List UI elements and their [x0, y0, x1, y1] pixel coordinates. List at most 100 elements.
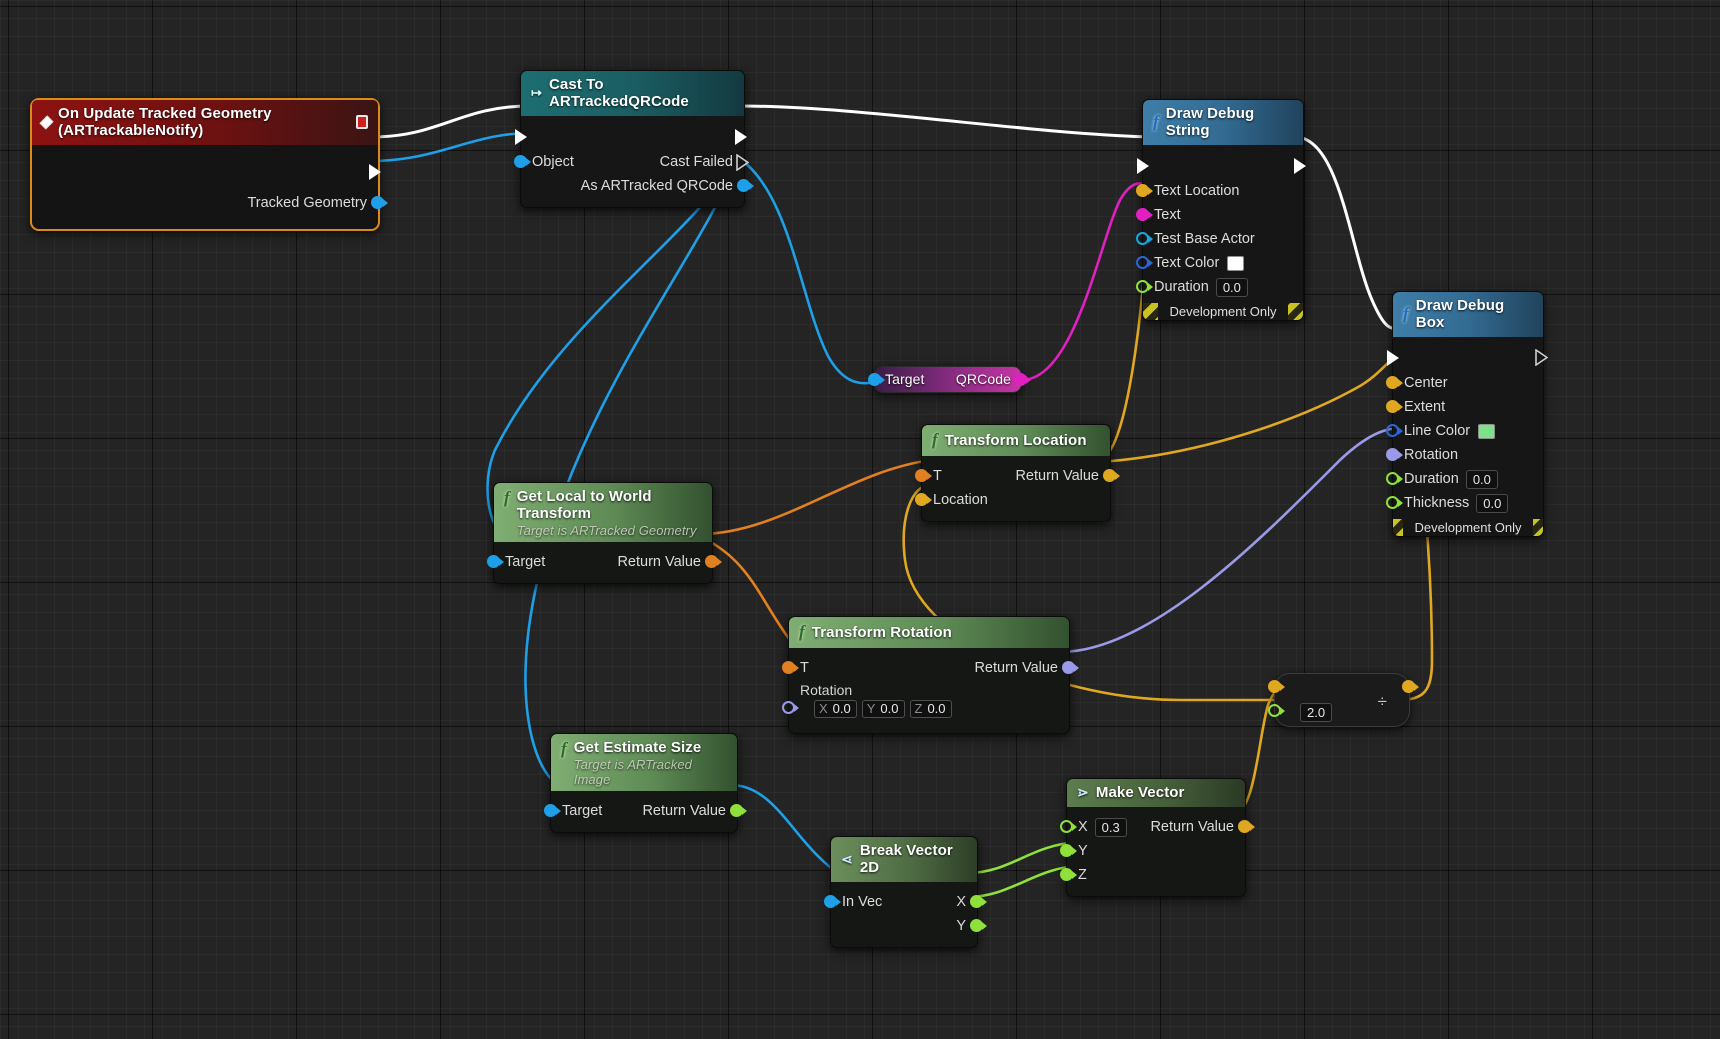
- tracked-geometry-out-pin[interactable]: [371, 196, 388, 210]
- pin-label-thickness: Thickness: [1404, 495, 1470, 511]
- red-stop-icon[interactable]: [356, 115, 368, 129]
- divide-b-in-pin[interactable]: [1268, 704, 1285, 718]
- pin-row-extent[interactable]: Extent: [1386, 395, 1543, 419]
- location-in-pin[interactable]: [915, 493, 932, 507]
- exec-in-pin[interactable]: [1136, 158, 1150, 174]
- line-color-swatch[interactable]: [1478, 423, 1496, 439]
- pin-row-thickness[interactable]: Thickness 0.0: [1386, 491, 1543, 515]
- pin-row-t[interactable]: T Return Value: [782, 656, 1079, 680]
- y-out-pin[interactable]: [970, 919, 987, 933]
- node-draw-debug-box[interactable]: f Draw Debug Box Center Extent Line Colo…: [1386, 291, 1548, 537]
- rotation-x-field[interactable]: X 0.0: [814, 700, 857, 718]
- node-cast-to-artrackedqrcode[interactable]: ↦ Cast To ARTrackedQRCode Object Cast Fa…: [514, 70, 754, 208]
- target-in-pin[interactable]: [868, 373, 885, 387]
- as-artracked-qrcode-out-pin[interactable]: [737, 179, 754, 193]
- node-on-update-tracked-geometry[interactable]: On Update Tracked Geometry (ARTrackableN…: [30, 98, 388, 231]
- extent-in-pin[interactable]: [1386, 400, 1403, 414]
- x-in-pin[interactable]: [1060, 820, 1077, 834]
- pin-row-target[interactable]: Target Return Value: [487, 550, 722, 574]
- exec-out-pin[interactable]: [1294, 158, 1310, 174]
- duration-in-pin[interactable]: [1136, 280, 1153, 294]
- rotation-z-field[interactable]: Z 0.0: [909, 700, 952, 718]
- pin-row-line-color[interactable]: Line Color: [1386, 419, 1543, 443]
- node-transform-rotation[interactable]: f Transform Rotation T Return Value Rota…: [782, 616, 1079, 734]
- duration-value-field[interactable]: 0.0: [1215, 277, 1248, 297]
- pin-row-exec-out[interactable]: [32, 161, 381, 185]
- test-base-actor-in-pin[interactable]: [1136, 232, 1153, 246]
- return-value-out-pin[interactable]: [1103, 469, 1120, 483]
- pin-row-rotation[interactable]: Rotation: [1386, 443, 1543, 467]
- object-in-pin[interactable]: [514, 155, 531, 169]
- node-make-vector[interactable]: ⋗ Make Vector X 0.3 Return Value Y Z: [1060, 778, 1255, 897]
- text-location-in-pin[interactable]: [1136, 184, 1153, 198]
- pin-row-exec-in[interactable]: [1387, 345, 1548, 371]
- node-draw-debug-string[interactable]: f Draw Debug String Text Location Text T…: [1136, 99, 1306, 321]
- pin-row-divide-a[interactable]: [1268, 680, 1419, 694]
- node-get-local-to-world-transform[interactable]: f Get Local to World Transform Target is…: [487, 482, 722, 584]
- divide-b-value-field[interactable]: 2.0: [1300, 702, 1333, 722]
- t-in-pin[interactable]: [782, 661, 799, 675]
- target-in-pin[interactable]: [544, 804, 561, 818]
- exec-in-pin[interactable]: [1386, 350, 1400, 366]
- exec-out-pin[interactable]: [369, 163, 385, 180]
- pin-row-divide-b[interactable]: 2.0: [1268, 701, 1409, 723]
- pin-row-z[interactable]: Z: [1060, 863, 1245, 887]
- pin-row-as-artracked-qrcode[interactable]: As ARTracked QRCode: [521, 174, 754, 198]
- thickness-in-pin[interactable]: [1386, 496, 1403, 510]
- pin-row-text-color[interactable]: Text Color: [1136, 251, 1303, 275]
- pin-row-location[interactable]: Location: [915, 488, 1110, 512]
- exec-in-pin[interactable]: [514, 129, 528, 145]
- node-get-estimate-size[interactable]: f Get Estimate Size Target is ARTracked …: [544, 733, 747, 833]
- text-color-swatch[interactable]: [1227, 255, 1245, 271]
- thickness-value-field[interactable]: 0.0: [1476, 493, 1509, 513]
- duration-value-field[interactable]: 0.0: [1465, 469, 1498, 489]
- node-transform-location[interactable]: f Transform Location T Return Value Loca…: [915, 424, 1120, 522]
- divide-out-pin[interactable]: [1402, 680, 1419, 694]
- pin-row-center[interactable]: Center: [1386, 371, 1543, 395]
- pin-row-tracked-geometry[interactable]: Tracked Geometry: [32, 191, 388, 215]
- z-in-pin[interactable]: [1060, 868, 1077, 882]
- rotation-in-pin[interactable]: [1386, 448, 1403, 462]
- pin-row-text[interactable]: Text: [1136, 203, 1303, 227]
- rotation-y-field[interactable]: Y 0.0: [861, 700, 905, 718]
- node-divide[interactable]: 2.0 ÷: [1268, 673, 1419, 727]
- pin-row-test-base-actor[interactable]: Test Base Actor: [1136, 227, 1303, 251]
- x-out-pin[interactable]: [970, 895, 987, 909]
- in-vec-in-pin[interactable]: [824, 895, 841, 909]
- rotation-in-pin[interactable]: [782, 701, 799, 715]
- x-value-field[interactable]: 0.3: [1094, 817, 1127, 837]
- text-color-in-pin[interactable]: [1136, 256, 1153, 270]
- pin-row-exec-in[interactable]: [515, 124, 747, 150]
- pin-row-duration[interactable]: Duration 0.0: [1136, 275, 1303, 299]
- node-break-vector-2d[interactable]: ⋖ Break Vector 2D In Vec X Y: [824, 836, 987, 948]
- return-value-out-pin[interactable]: [705, 555, 722, 569]
- node-qrcode-reroute[interactable]: Target QRCode: [868, 366, 1031, 393]
- divide-a-in-pin[interactable]: [1268, 680, 1285, 694]
- y-in-pin[interactable]: [1060, 844, 1077, 858]
- blueprint-graph-canvas[interactable]: On Update Tracked Geometry (ARTrackableN…: [0, 0, 1720, 1039]
- pin-row-object[interactable]: Object Cast Failed: [514, 150, 749, 174]
- pin-row-target[interactable]: Target Return Value: [544, 799, 747, 823]
- center-in-pin[interactable]: [1386, 376, 1403, 390]
- exec-out-pin[interactable]: [1535, 349, 1550, 366]
- pin-row-y[interactable]: Y: [831, 914, 987, 938]
- pin-row-in-vec[interactable]: In Vec X: [824, 890, 987, 914]
- pin-row-exec-in[interactable]: [1137, 153, 1306, 179]
- return-value-out-pin[interactable]: [730, 804, 747, 818]
- pin-row-duration[interactable]: Duration 0.0: [1386, 467, 1543, 491]
- pin-row-rotation[interactable]: X 0.0 Y 0.0 Z 0.0: [782, 699, 1069, 724]
- pin-row-y[interactable]: Y: [1060, 839, 1245, 863]
- pin-row-text-location[interactable]: Text Location: [1136, 179, 1303, 203]
- duration-in-pin[interactable]: [1386, 472, 1403, 486]
- return-value-out-pin[interactable]: [1238, 820, 1255, 834]
- line-color-in-pin[interactable]: [1386, 424, 1403, 438]
- cast-failed-out-pin[interactable]: [736, 154, 751, 171]
- return-value-out-pin[interactable]: [1062, 661, 1079, 675]
- t-in-pin[interactable]: [915, 469, 932, 483]
- exec-out-pin[interactable]: [735, 129, 751, 145]
- text-in-pin[interactable]: [1136, 208, 1153, 222]
- target-in-pin[interactable]: [487, 555, 504, 569]
- qrcode-out-pin[interactable]: [1014, 373, 1031, 387]
- pin-row-t[interactable]: T Return Value: [915, 464, 1120, 488]
- pin-row-x[interactable]: X 0.3 Return Value: [1060, 815, 1255, 839]
